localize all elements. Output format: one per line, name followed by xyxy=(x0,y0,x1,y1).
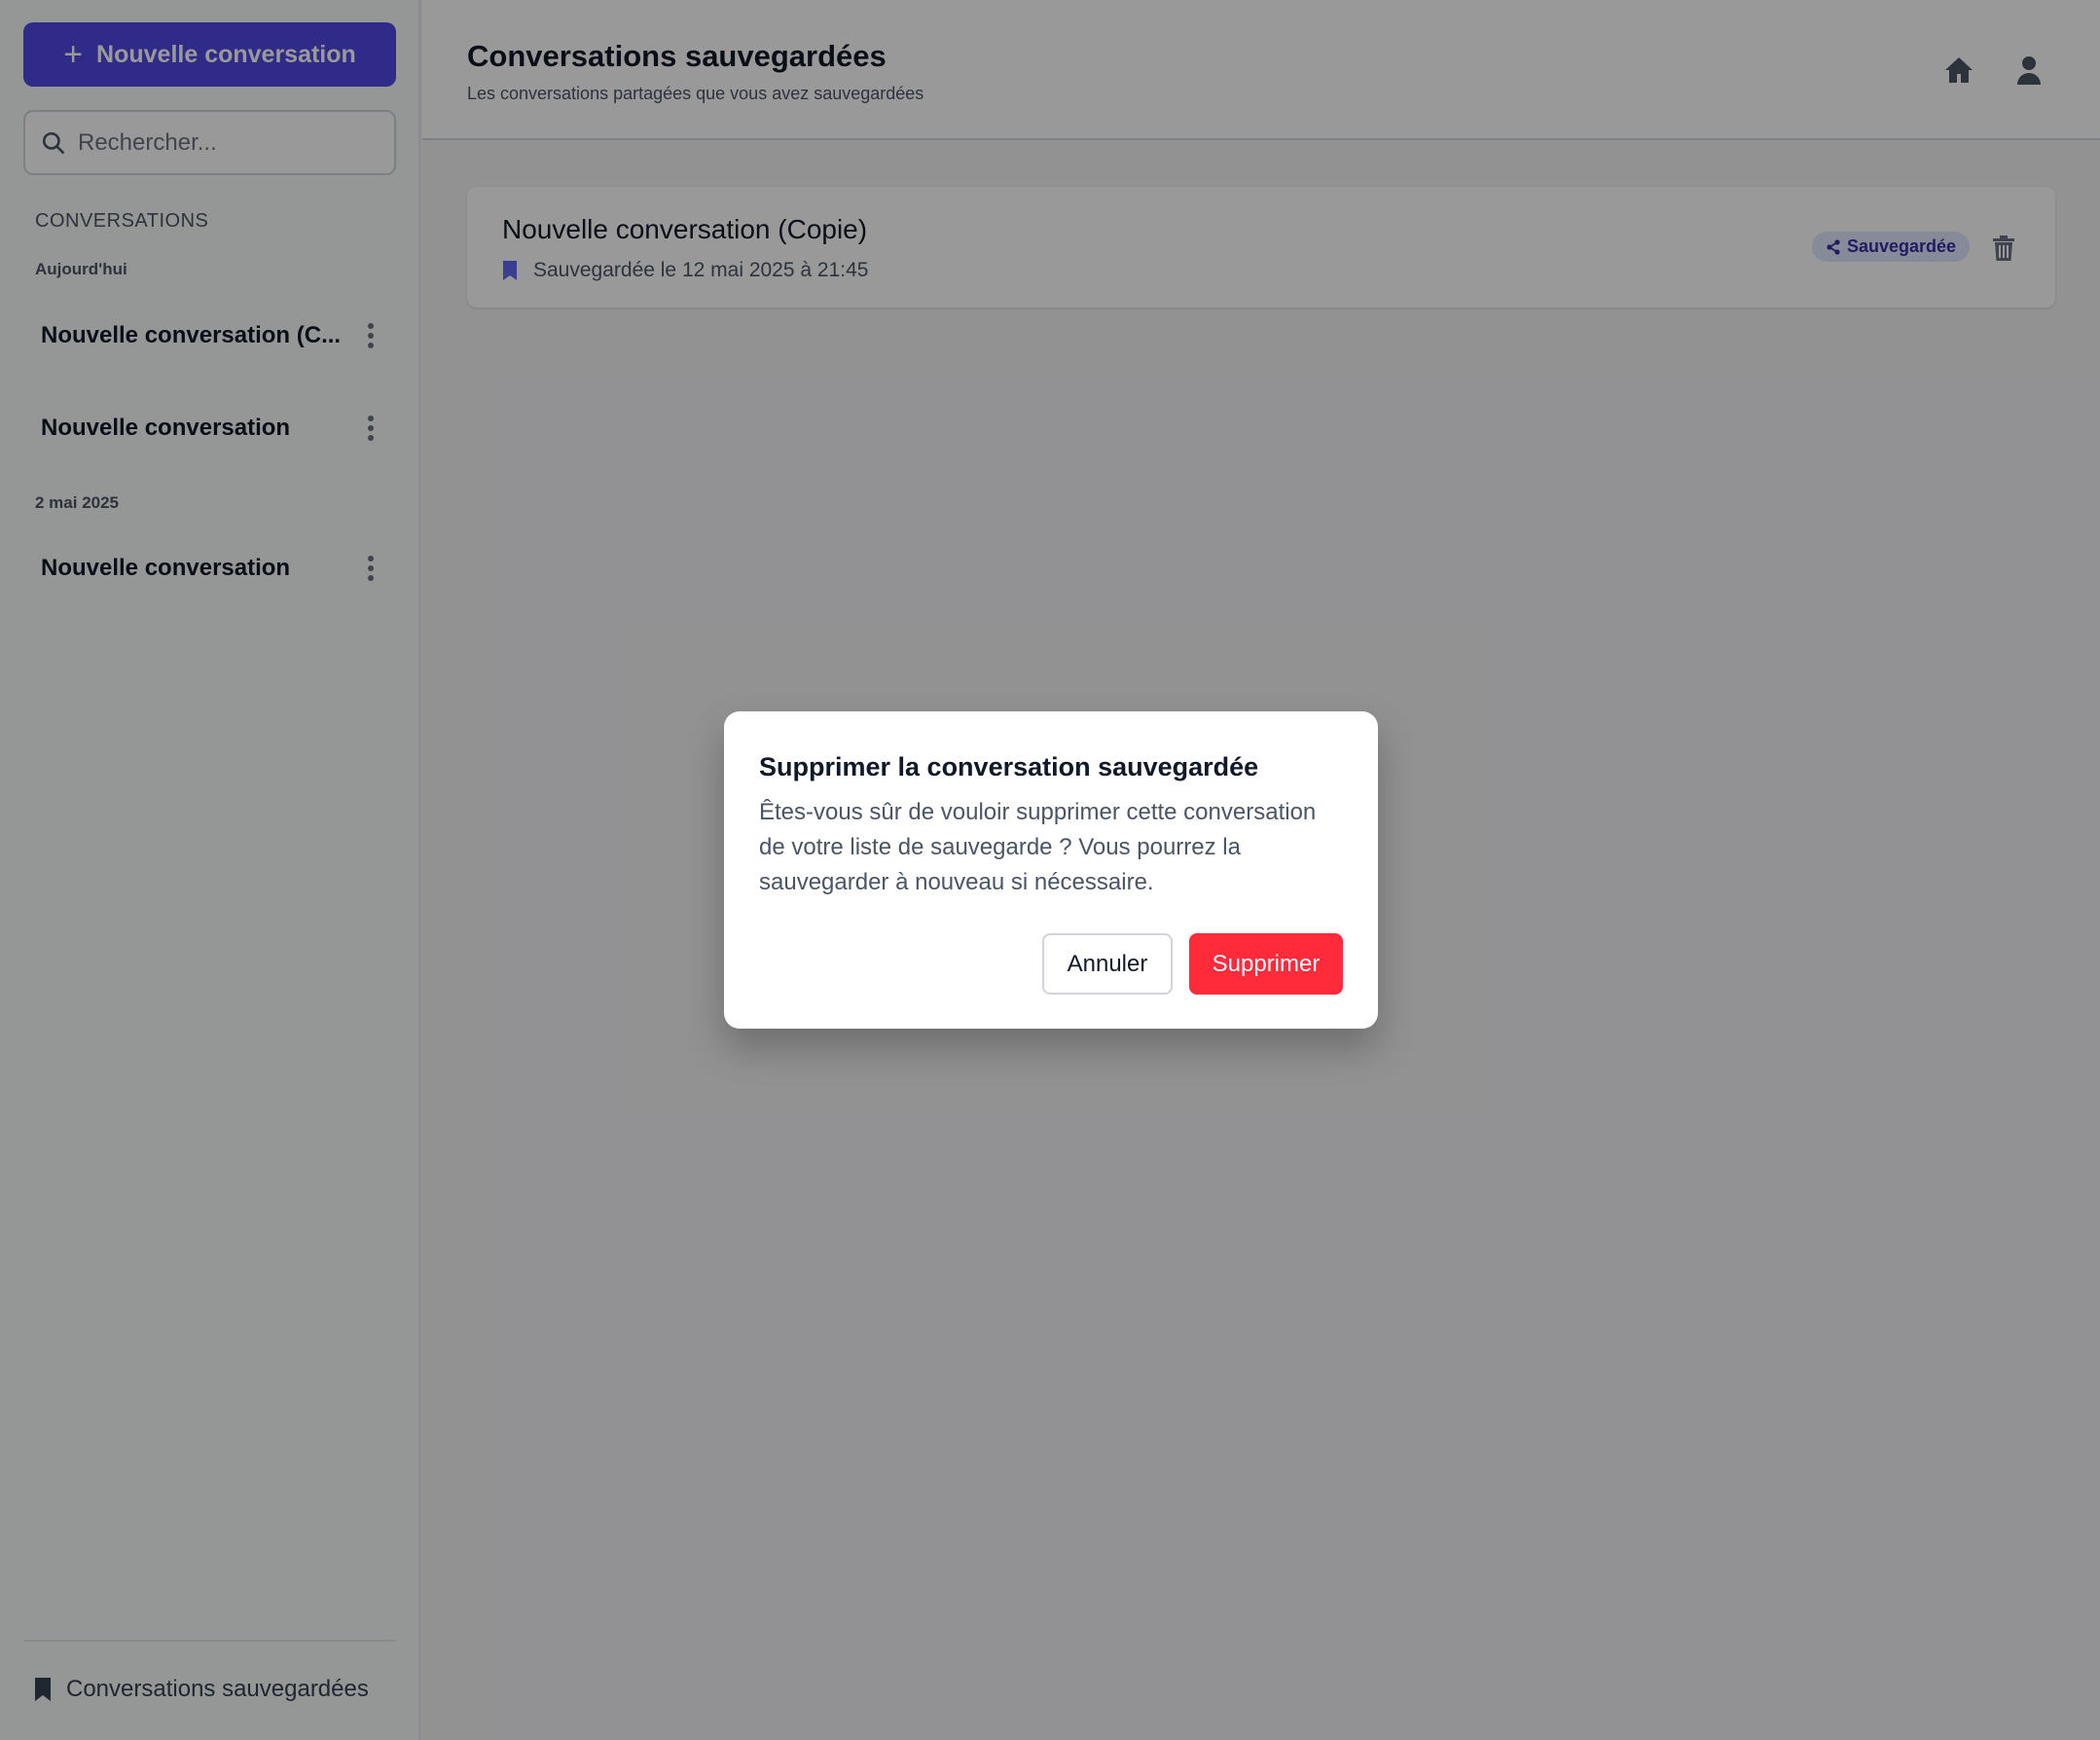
delete-button[interactable]: Supprimer xyxy=(1189,933,1343,995)
dialog-message: Êtes-vous sûr de vouloir supprimer cette… xyxy=(759,799,1317,895)
cancel-button[interactable]: Annuler xyxy=(1042,933,1173,995)
dialog-title: Supprimer la conversation sauvegardée xyxy=(759,752,1259,781)
delete-confirm-dialog: Supprimer la conversation sauvegardée Êt… xyxy=(724,711,1378,1029)
